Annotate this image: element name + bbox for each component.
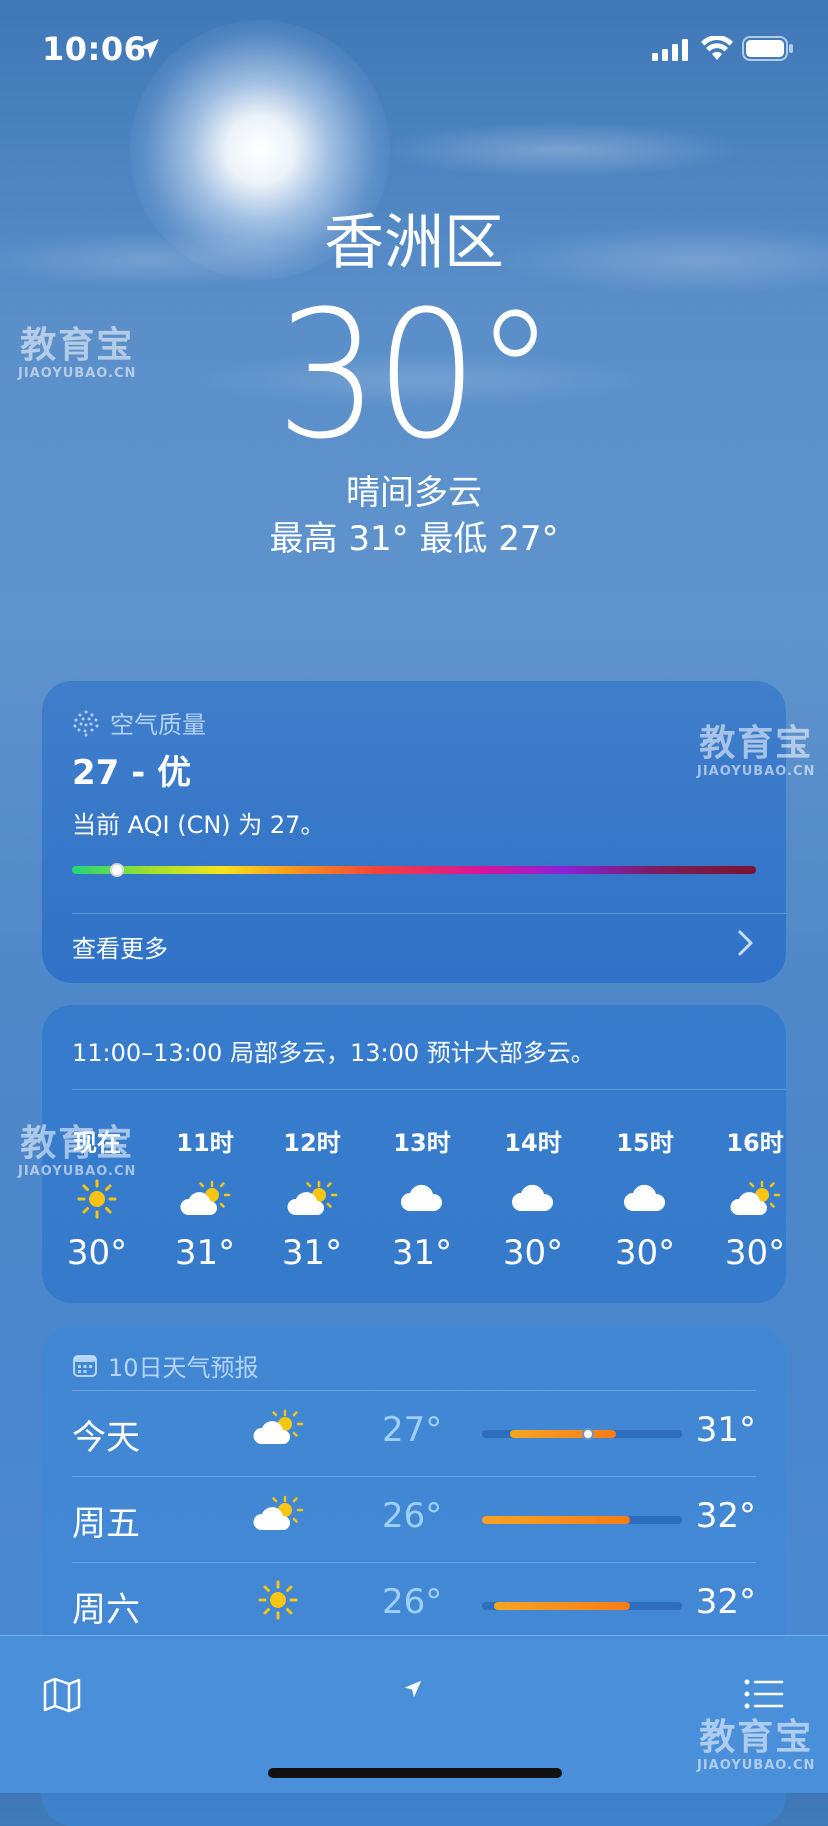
air-quality-title: 空气质量 (110, 711, 206, 739)
cloud-icon (624, 1184, 666, 1211)
day-high: 31° (695, 1410, 756, 1450)
hour-label: 12时 (283, 1129, 341, 1157)
partly-cloudy-icon (287, 1180, 338, 1215)
hour-item: 14时 30° (478, 1123, 588, 1273)
sun-icon (258, 1580, 298, 1620)
hour-temp: 30° (66, 1233, 128, 1273)
partly-cloudy-icon (253, 1495, 304, 1530)
wifi-icon (701, 36, 733, 60)
hour-temp: 30° (614, 1233, 676, 1273)
hour-item: 15时 30° (590, 1123, 700, 1273)
partly-cloudy-icon (180, 1180, 231, 1215)
divider (72, 913, 786, 914)
hour-temp: 30° (502, 1233, 564, 1273)
sun-icon (77, 1179, 117, 1219)
current-weather: 香洲区 30° 晴间多云 最高 31° 最低 27° (0, 200, 828, 562)
hourly-forecast-card[interactable]: 11:00–13:00 局部多云，13:00 预计大部多云。 现在 30° 11… (42, 1005, 786, 1303)
status-bar: 10:06 (0, 0, 828, 100)
ten-day-title: 10日天气预报 (108, 1354, 259, 1382)
air-quality-card[interactable]: 空气质量 27 - 优 当前 AQI (CN) 为 27。 查看更多 (42, 681, 786, 983)
temperature-range-fill (510, 1430, 616, 1438)
temperature-range-bar (482, 1428, 682, 1440)
map-icon[interactable] (42, 1676, 82, 1714)
day-name: 周五 (72, 1504, 140, 1544)
partly-cloudy-icon (253, 1409, 304, 1444)
cloud-icon (401, 1184, 443, 1211)
watermark-logo: 教育宝 JIAOYUBAO.CN (18, 325, 137, 382)
hour-item: 13时 31° (367, 1123, 477, 1273)
chevron-right-icon[interactable] (736, 928, 756, 958)
air-quality-icon (73, 710, 99, 736)
hour-temp: 30° (724, 1233, 786, 1273)
location-arrow-icon (139, 39, 159, 59)
watermark-logo: 教育宝 JIAOYUBAO.CN (697, 723, 816, 780)
aqi-indicator-dot (110, 863, 124, 877)
cellular-signal-icon (652, 39, 688, 61)
hour-label: 13时 (393, 1129, 451, 1157)
hour-label: 14时 (504, 1129, 562, 1157)
hour-temp: 31° (391, 1233, 453, 1273)
partly-cloudy-icon (730, 1180, 781, 1215)
current-temp-dot (582, 1428, 594, 1440)
day-row-today[interactable]: 今天 27° 31° (72, 1390, 756, 1476)
day-row-friday[interactable]: 周五 26° 32° (72, 1476, 756, 1562)
aqi-description: 当前 AQI (CN) 为 27。 (72, 811, 325, 839)
hourly-strip[interactable]: 现在 30° 11时 31° 12时 31° 13时 31° 14时 30° 1… (42, 1123, 786, 1293)
high-low-temperature: 最高 31° 最低 27° (269, 519, 559, 559)
day-low: 27° (382, 1410, 443, 1450)
temperature-range-fill (494, 1602, 630, 1610)
day-name: 周六 (72, 1590, 140, 1630)
day-high: 32° (695, 1496, 756, 1536)
hourly-summary: 11:00–13:00 局部多云，13:00 预计大部多云。 (72, 1039, 595, 1067)
location-arrow-icon[interactable] (402, 1678, 424, 1700)
day-low: 26° (382, 1496, 443, 1536)
aqi-value-label: 27 - 优 (72, 753, 192, 793)
temperature-range-fill (482, 1516, 630, 1524)
aqi-scale-bar (72, 863, 756, 877)
day-name: 今天 (72, 1418, 140, 1458)
hour-temp: 31° (174, 1233, 236, 1273)
temperature-range-bar (482, 1516, 682, 1524)
hour-label: 15时 (616, 1129, 674, 1157)
battery-icon (742, 36, 793, 61)
hour-item: 16时 30° (700, 1123, 786, 1273)
day-high: 32° (695, 1582, 756, 1622)
cloud-icon (512, 1184, 554, 1211)
temperature-range-bar (482, 1602, 682, 1610)
air-quality-header: 空气质量 (72, 705, 206, 740)
list-icon[interactable] (744, 1678, 784, 1710)
hour-label: 16时 (726, 1129, 784, 1157)
hour-label: 11时 (176, 1129, 234, 1157)
home-indicator[interactable] (268, 1768, 562, 1778)
hour-item: 12时 31° (257, 1123, 367, 1273)
status-time: 10:06 (42, 30, 147, 68)
see-more-link[interactable]: 查看更多 (72, 929, 168, 964)
divider (72, 1089, 786, 1090)
hour-item: 11时 31° (150, 1123, 260, 1273)
hour-temp: 31° (281, 1233, 343, 1273)
day-low: 26° (382, 1582, 443, 1622)
ten-day-header: 10日天气预报 (72, 1348, 259, 1383)
watermark-logo: 教育宝 JIAOYUBAO.CN (18, 1123, 137, 1180)
calendar-icon (73, 1354, 97, 1377)
watermark-logo: 教育宝 JIAOYUBAO.CN (697, 1717, 816, 1774)
